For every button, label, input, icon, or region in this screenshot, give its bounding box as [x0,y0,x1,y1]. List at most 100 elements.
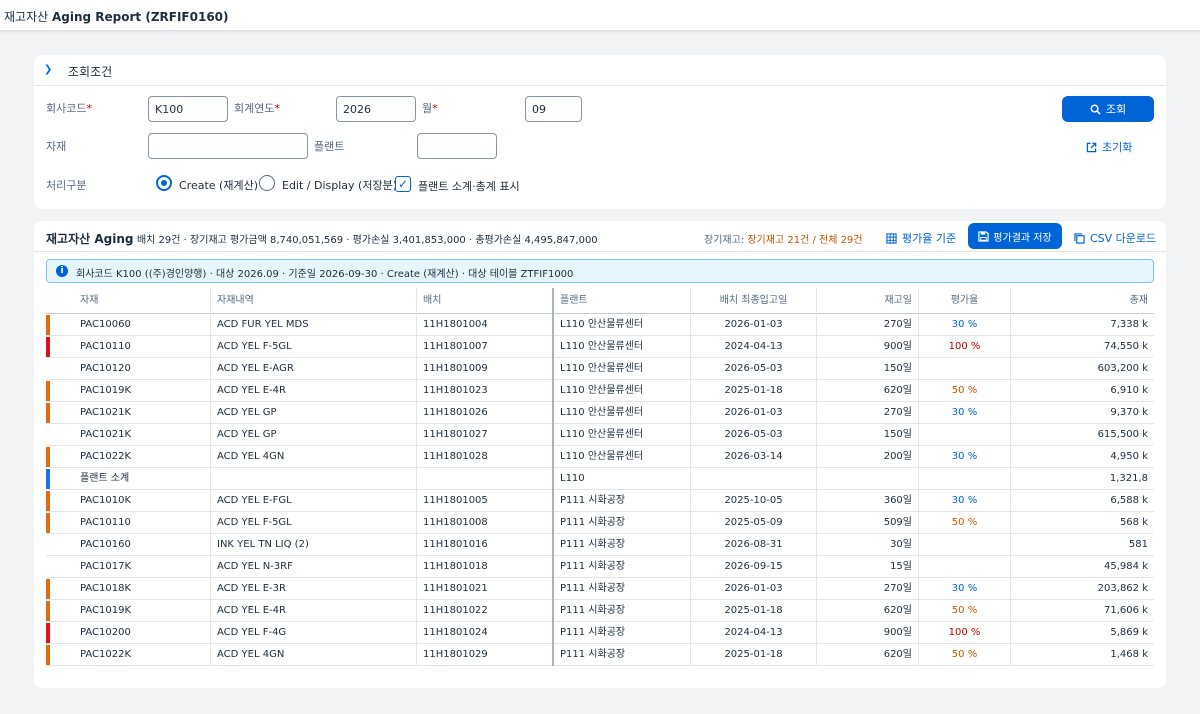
cell-rate [919,424,1011,446]
cell-last-receipt-date [691,468,817,490]
cell-stock-days: 620일 [817,380,919,402]
plant-subtotal-checkbox[interactable]: ✓ [395,176,411,192]
cell-material: PAC10120 [74,358,211,380]
cell-stock-days: 270일 [817,402,919,424]
table-row[interactable]: PAC1019K ACD YEL E-4R 11H1801022 P111 시화공장 2… [46,600,1154,622]
cell-batch: 11H1801005 [417,490,554,512]
cell-plant: P111 시화공장 [554,600,691,622]
save-icon [978,230,989,242]
table-row[interactable]: PAC1022K ACD YEL 4GN 11H1801028 L110 안산물류센터… [46,446,1154,468]
cell-description: ACD YEL GP [211,402,417,424]
month-input[interactable] [525,96,582,122]
table-row[interactable]: 플랜트 소계 L110 1,321,8 [46,468,1154,490]
cell-total: 203,862 k [1097,583,1148,594]
cell-material: PAC1017K [74,556,211,578]
cell-last-receipt-date: 2024-04-13 [691,336,817,358]
table-header: 자재 자재내역 배치 플랜트 배치 최종입고일 재고일 평가율 총재 [46,288,1154,314]
cell-total: 603,200 k [1097,363,1148,374]
search-icon [1090,104,1101,115]
rate-basis-button[interactable]: 평가율 기준 [886,230,956,246]
cell-batch: 11H1801028 [417,446,554,468]
cell-last-receipt-date: 2026-01-03 [691,578,817,600]
plant-input[interactable] [417,133,497,159]
col-header-rate[interactable]: 평가율 [919,288,1011,314]
table-row[interactable]: PAC10160 INK YEL TN LIQ (2) 11H1801016 P111… [46,534,1154,556]
col-header-description[interactable]: 자재내역 [211,288,417,314]
cell-description: ACD YEL E-4R [211,600,417,622]
table-row[interactable]: PAC1021K ACD YEL GP 11H1801027 L110 안산물류센터 2… [46,424,1154,446]
cell-description: ACD YEL F-5GL [211,336,417,358]
radio-edit-display-label: Edit / Display (저장분) [282,179,397,192]
table-row[interactable]: PAC1010K ACD YEL E-FGL 11H1801005 P111 시화공장… [46,490,1154,512]
col-header-total[interactable]: 총재 [1011,288,1154,314]
col-header-plant[interactable]: 플랜트 [554,288,691,314]
filter-panel-title: 조회조건 [68,65,113,79]
fiscal-year-input[interactable] [336,96,416,122]
cell-batch: 11H1801009 [417,358,554,380]
cell-plant: L110 안산물류센터 [554,402,691,424]
table-row[interactable]: PAC10110 ACD YEL F-5GL 11H1801008 P111 시화공장… [46,512,1154,534]
cell-batch: 11H1801007 [417,336,554,358]
search-button[interactable]: 조회 [1062,96,1154,122]
cell-stock-days: 900일 [817,336,919,358]
cell-description: ACD YEL 4GN [211,644,417,666]
cell-material: PAC10110 [74,512,211,534]
col-header-stock-days[interactable]: 재고일 [817,288,919,314]
cell-description: ACD YEL F-4G [211,622,417,644]
table-row[interactable]: PAC1019K ACD YEL E-4R 11H1801023 L110 안산물류센… [46,380,1154,402]
cell-description [211,468,417,490]
cell-total: 6,910 k [1110,385,1148,396]
table-row[interactable]: PAC10060 ACD FUR YEL MDS 11H1801004 L110 안산… [46,314,1154,336]
cell-rate: 30 % [919,446,1011,468]
table-row[interactable]: PAC1021K ACD YEL GP 11H1801026 L110 안산물류센터 2… [46,402,1154,424]
save-result-button[interactable]: 평가결과 저장 [968,223,1062,249]
cell-plant: P111 시화공장 [554,578,691,600]
col-header-last-receipt-date[interactable]: 배치 최종입고일 [691,288,817,314]
cell-last-receipt-date: 2025-05-09 [691,512,817,534]
cell-rate: 50 % [919,644,1011,666]
company-code-input[interactable] [148,96,228,122]
cell-batch: 11H1801004 [417,314,554,336]
radio-edit-display[interactable] [259,175,275,191]
table-row[interactable]: PAC10120 ACD YEL E-AGR 11H1801009 L110 안산물류… [46,358,1154,380]
cell-stock-days: 620일 [817,644,919,666]
material-input[interactable] [148,133,308,159]
table-row[interactable]: PAC1018K ACD YEL E-3R 11H1801021 P111 시화공장 2… [46,578,1154,600]
radio-create[interactable] [156,175,172,191]
cell-rate [919,534,1011,556]
check-icon: ✓ [397,177,409,191]
result-title-text: 재고자산 Aging [46,232,134,246]
cell-material: PAC1019K [74,600,211,622]
row-status-marker [46,623,50,643]
cell-stock-days: 200일 [817,446,919,468]
cell-total: 5,869 k [1110,627,1148,638]
col-header-material[interactable]: 자재 [74,288,211,314]
cell-batch: 11H1801023 [417,380,554,402]
csv-download-button[interactable]: CSV 다운로드 [1074,230,1156,246]
row-status-marker [46,513,50,533]
table-grid-icon [886,232,897,244]
table-row[interactable]: PAC1022K ACD YEL 4GN 11H1801029 P111 시화공장 20… [46,644,1154,666]
cell-description: ACD FUR YEL MDS [211,314,417,336]
table-row[interactable]: PAC10200 ACD YEL F-4G 11H1801024 P111 시화공장 2… [46,622,1154,644]
cell-last-receipt-date: 2025-01-18 [691,600,817,622]
result-header: 재고자산 Aging 배치 29건 · 장기재고 평가금액 8,740,051,… [34,221,1166,252]
save-result-label: 평가결과 저장 [993,232,1052,244]
col-header-batch[interactable]: 배치 [417,288,554,314]
cell-last-receipt-date: 2026-05-03 [691,424,817,446]
cell-rate: 50 % [919,512,1011,534]
plant-subtotal-label: 플랜트 소계·총계 표시 [418,180,520,193]
cell-total: 1,321,8 [1109,473,1148,484]
row-status-marker [46,315,50,335]
reset-button[interactable]: 초기화 [1086,139,1132,155]
filter-panel-header[interactable]: ❯ 조회조건 [34,55,1166,86]
table-row[interactable]: PAC1017K ACD YEL N-3RF 11H1801018 P111 시화공장… [46,556,1154,578]
chevron-down-icon[interactable]: ❯ [44,64,52,75]
cell-batch: 11H1801016 [417,534,554,556]
cell-last-receipt-date: 2026-09-15 [691,556,817,578]
cell-plant: P111 시화공장 [554,622,691,644]
row-status-marker [46,491,50,511]
cell-batch: 11H1801008 [417,512,554,534]
table-row[interactable]: PAC10110 ACD YEL F-5GL 11H1801007 L110 안산물류… [46,336,1154,358]
aging-table: 자재 자재내역 배치 플랜트 배치 최종입고일 재고일 평가율 총재 PAC10… [46,288,1154,688]
